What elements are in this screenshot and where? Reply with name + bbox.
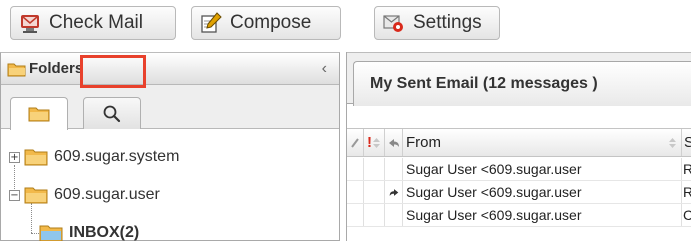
tree-item-user[interactable]: − 609.sugar.user [9, 182, 160, 208]
collapse-panel-button[interactable]: ‹ [322, 60, 327, 78]
pencil-icon [351, 137, 359, 148]
email-row[interactable]: Sugar User <609.sugar.user R [347, 181, 691, 204]
search-icon [103, 105, 121, 122]
cell-replied [385, 204, 403, 226]
cell-attachment [347, 181, 364, 203]
settings-label: Settings [413, 12, 482, 33]
tree-item-label: INBOX(2) [69, 224, 140, 241]
folder-icon [24, 149, 48, 166]
search-tab-highlight [80, 55, 146, 88]
check-mail-label: Check Mail [49, 12, 143, 33]
email-grid-header: ! From S [347, 128, 691, 157]
cell-attachment [347, 204, 364, 226]
compose-button[interactable]: Compose [191, 6, 341, 40]
settings-icon [383, 15, 403, 32]
sort-icon [373, 137, 380, 148]
email-row[interactable]: Sugar User <609.sugar.user C [347, 204, 691, 227]
compose-label: Compose [230, 12, 312, 33]
column-replied[interactable] [385, 129, 403, 156]
check-mail-icon [21, 15, 39, 33]
column-subject-label: S [684, 134, 691, 151]
folders-header: Folders ‹ [1, 53, 339, 85]
cell-flag [364, 204, 385, 226]
search-tab[interactable] [83, 97, 141, 129]
inbox-folder-icon [39, 225, 63, 241]
cell-subject: C [683, 207, 691, 223]
sort-icon [669, 138, 676, 148]
compose-icon [201, 12, 222, 33]
cell-flag [364, 158, 385, 180]
folders-title: Folders [29, 60, 84, 77]
folder-icon [24, 187, 48, 204]
cell-replied [385, 158, 403, 180]
cell-replied [385, 181, 403, 203]
folder-tab[interactable] [10, 97, 68, 130]
cell-subject: R [683, 184, 691, 200]
check-mail-button[interactable]: Check Mail [10, 6, 176, 40]
settings-button[interactable]: Settings [374, 6, 500, 40]
cell-from: Sugar User <609.sugar.user [403, 181, 682, 203]
column-from[interactable]: From [403, 129, 682, 156]
email-panel: My Sent Email (12 messages ) ! From S Su… [346, 52, 691, 241]
folders-header-icon [7, 63, 26, 76]
tree-item-label: 609.sugar.user [54, 186, 160, 203]
cell-flag [364, 181, 385, 203]
tree-item-label: 609.sugar.system [54, 148, 180, 165]
tab-my-sent-email[interactable]: My Sent Email (12 messages ) [353, 61, 691, 106]
cell-subject: R [683, 161, 691, 177]
cell-from: Sugar User <609.sugar.user [403, 158, 682, 180]
column-subject[interactable]: S [682, 129, 691, 156]
reply-icon [388, 138, 399, 147]
replied-icon [389, 188, 398, 196]
email-tab-title: My Sent Email (12 messages ) [370, 75, 598, 92]
folders-panel: Folders ‹ + 609.sugar.system − 609.sugar… [0, 52, 340, 241]
tree-item-inbox[interactable]: INBOX(2) [39, 220, 139, 241]
column-attachment[interactable] [347, 129, 364, 156]
email-row[interactable]: Sugar User <609.sugar.user R [347, 158, 691, 181]
cell-attachment [347, 158, 364, 180]
cell-from: Sugar User <609.sugar.user [403, 204, 682, 226]
tree-item-system[interactable]: + 609.sugar.system [9, 144, 179, 170]
collapse-icon[interactable]: − [9, 189, 20, 201]
column-from-label: From [406, 134, 441, 151]
expand-icon[interactable]: + [9, 151, 20, 163]
email-tabbar: My Sent Email (12 messages ) [347, 52, 691, 106]
folder-icon [28, 107, 50, 122]
column-flag[interactable]: ! [364, 129, 385, 156]
folders-tab-strip [1, 85, 339, 130]
